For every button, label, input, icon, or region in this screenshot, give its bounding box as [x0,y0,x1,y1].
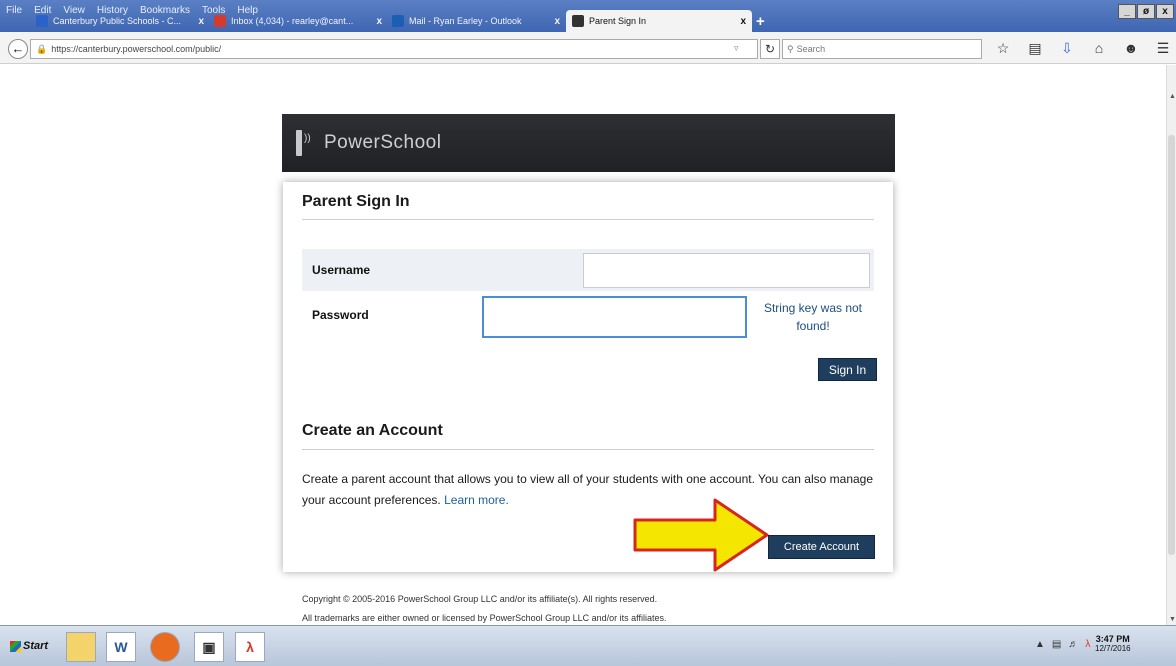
tab-title: Inbox (4,034) - rearley@cant... [231,16,354,26]
start-button[interactable]: Start [10,634,50,658]
outlook-favicon-icon [392,15,404,27]
signin-card: Parent Sign In Username Password String … [283,182,893,572]
parent-sign-in-title: Parent Sign In [302,193,410,210]
scroll-up-icon[interactable]: ▲ [1169,93,1176,100]
username-row: Username [302,249,874,291]
new-tab-button[interactable]: + [756,13,765,30]
firefox-icon[interactable] [150,632,180,662]
vertical-scrollbar[interactable]: ▲ ▼ [1166,65,1176,625]
trademark-text: All trademarks are either owned or licen… [302,613,667,623]
powerschool-logo-icon: )) [296,130,316,156]
file-explorer-icon[interactable] [66,632,96,662]
tab-close-icon[interactable]: x [740,16,746,27]
clock[interactable]: 3:47 PM 12/7/2016 [1095,634,1131,653]
url-text: https://canterbury.powerschool.com/publi… [51,44,222,54]
star-icon[interactable]: ☆ [994,39,1012,57]
tab-strip: Canterbury Public Schools - C... x Inbox… [0,10,1176,32]
password-label: Password [312,308,369,322]
username-field[interactable] [583,253,870,288]
system-tray-icons: ▲ ▤ ♬ λ [1035,639,1090,650]
tab-title: Mail - Ryan Earley - Outlook [409,16,522,26]
reload-icon[interactable]: ↻ [760,39,780,59]
home-icon[interactable]: ⌂ [1090,39,1108,57]
powerschool-header: )) PowerSchool [282,114,895,172]
powerschool-favicon-icon [572,15,584,27]
toolbar-icons: ☆ ▤ ⇩ ⌂ ☻ ☰ [994,39,1172,57]
scanner-icon[interactable]: ▣ [194,632,224,662]
url-bar[interactable]: 🔒 https://canterbury.powerschool.com/pub… [30,39,758,59]
tab-inbox[interactable]: Inbox (4,034) - rearley@cant... x [208,10,388,32]
tab-title: Parent Sign In [589,16,647,26]
search-placeholder: Search [796,44,826,54]
back-arrow-icon[interactable]: ← [8,39,28,59]
yellow-arrow-annotation-icon [633,498,769,572]
description-text: Create a parent account that allows you … [302,472,874,507]
network-icon[interactable]: ▤ [1052,639,1061,650]
bookmarks-icon[interactable]: ▤ [1026,39,1044,57]
password-field[interactable] [482,296,747,338]
gmail-favicon-icon [214,15,226,27]
navigation-bar: ← 🔒 https://canterbury.powerschool.com/p… [0,32,1176,64]
volume-icon[interactable]: ♬ [1068,639,1078,650]
search-input[interactable]: ⚲ Search [782,39,982,59]
copyright-text: Copyright © 2005-2016 PowerSchool Group … [302,594,658,604]
tray-arrow-icon[interactable]: ▲ [1035,639,1045,650]
error-message: String key was not found! [763,301,863,333]
lock-icon: 🔒 [36,43,48,54]
clock-date: 12/7/2016 [1095,644,1131,653]
clock-time: 3:47 PM [1095,634,1130,644]
create-account-description: Create a parent account that allows you … [302,469,874,511]
create-account-title: Create an Account [302,422,443,439]
menu-icon[interactable]: ☰ [1154,39,1172,57]
scroll-down-icon[interactable]: ▼ [1169,616,1176,623]
acrobat-icon[interactable]: λ [235,632,265,662]
brand-name: PowerSchool [324,132,442,153]
divider [302,219,874,220]
chat-icon[interactable]: ☻ [1122,39,1140,57]
windows-logo-icon [10,640,21,652]
tab-outlook[interactable]: Mail - Ryan Earley - Outlook x [386,10,566,32]
tab-canterbury[interactable]: Canterbury Public Schools - C... x [30,10,210,32]
scroll-thumb[interactable] [1168,135,1175,555]
search-icon: ⚲ [787,43,794,54]
tab-parent-sign-in[interactable]: Parent Sign In x [566,10,752,32]
page-viewport: )) PowerSchool Parent Sign In Username P… [0,65,1166,625]
download-icon[interactable]: ⇩ [1058,39,1076,57]
sign-in-button[interactable]: Sign In [818,358,877,381]
tab-close-icon[interactable]: x [198,16,204,27]
create-account-button[interactable]: Create Account [768,535,875,559]
taskbar: Start W ▣ λ ▲ ▤ ♬ λ 3:47 PM 12/7/2016 [0,625,1176,666]
learn-more-link[interactable]: Learn more. [444,493,509,507]
divider [302,449,874,450]
username-label: Username [312,263,371,277]
start-label: Start [23,640,49,652]
tab-close-icon[interactable]: x [554,16,560,27]
canterbury-favicon-icon [36,15,48,27]
tab-title: Canterbury Public Schools - C... [53,16,182,26]
tab-close-icon[interactable]: x [376,16,382,27]
url-dropdown-icon[interactable]: ▿ [734,43,739,54]
word-icon[interactable]: W [106,632,136,662]
adobe-tray-icon[interactable]: λ [1085,639,1090,650]
